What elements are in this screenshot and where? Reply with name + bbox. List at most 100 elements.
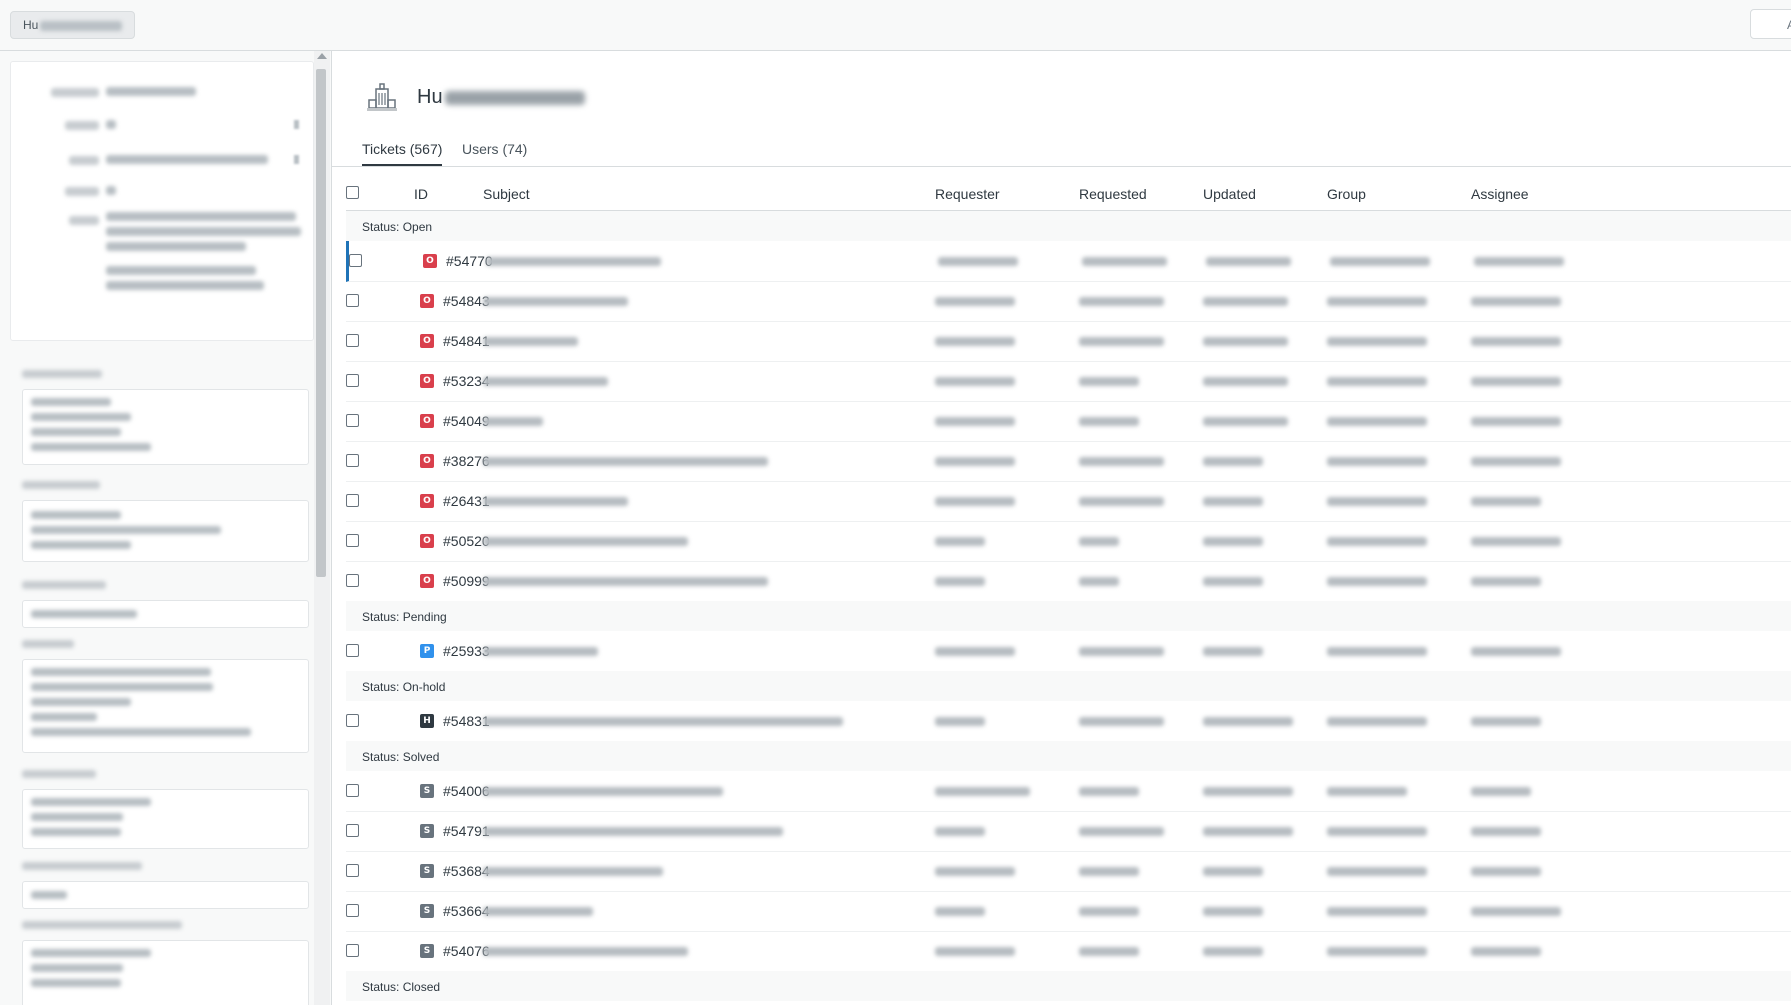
ticket-row[interactable]: S #54006 bbox=[346, 771, 1791, 812]
status-group-label: Status: On-hold bbox=[362, 680, 446, 694]
ticket-row[interactable]: O #26431 bbox=[346, 481, 1791, 522]
property-row[interactable] bbox=[11, 175, 311, 205]
organization-breadcrumb-button[interactable]: Hu bbox=[10, 11, 136, 39]
tab-tickets[interactable]: Tickets (567) bbox=[362, 141, 443, 167]
row-checkbox[interactable] bbox=[346, 294, 359, 307]
redacted-text bbox=[31, 526, 221, 534]
status-badge: O bbox=[420, 494, 434, 508]
ticket-row[interactable]: S #54076 bbox=[346, 931, 1791, 972]
ticket-row[interactable]: O #50520 bbox=[346, 521, 1791, 562]
field-textarea[interactable] bbox=[22, 659, 309, 753]
column-header-assignee[interactable]: Assignee bbox=[1471, 186, 1529, 202]
sidebar-scrollbar[interactable] bbox=[314, 51, 330, 1005]
property-row[interactable] bbox=[11, 144, 311, 174]
tab-users[interactable]: Users (74) bbox=[462, 141, 527, 164]
top-bar: Hu A bbox=[0, 0, 1791, 51]
redacted-text bbox=[31, 813, 123, 821]
redacted-cell bbox=[1330, 257, 1430, 266]
redacted-cell bbox=[935, 457, 1015, 466]
row-checkbox[interactable] bbox=[346, 574, 359, 587]
row-checkbox[interactable] bbox=[346, 904, 359, 917]
redacted-text bbox=[106, 87, 196, 96]
status-badge: O bbox=[420, 294, 434, 308]
redacted-text bbox=[31, 891, 67, 899]
redacted-cell bbox=[1471, 717, 1541, 726]
column-header-id[interactable]: ID bbox=[414, 186, 428, 202]
redacted-cell bbox=[1203, 787, 1293, 796]
redacted-text bbox=[31, 713, 97, 721]
redacted-cell bbox=[1079, 787, 1139, 796]
redacted-cell bbox=[1203, 827, 1293, 836]
redacted-cell bbox=[1471, 827, 1541, 836]
redacted-cell bbox=[1471, 537, 1561, 546]
row-checkbox[interactable] bbox=[346, 824, 359, 837]
status-badge: S bbox=[420, 864, 434, 878]
redacted-text bbox=[31, 443, 151, 451]
status-group-header: Status: Open bbox=[346, 211, 1791, 241]
ticket-row[interactable]: S #53684 bbox=[346, 851, 1791, 892]
ticket-row[interactable]: H #54831 bbox=[346, 701, 1791, 742]
ticket-row[interactable]: O #38276 bbox=[346, 441, 1791, 482]
redacted-text bbox=[22, 921, 182, 929]
status-badge: S bbox=[420, 944, 434, 958]
redacted-cell bbox=[1082, 257, 1167, 266]
row-checkbox[interactable] bbox=[346, 414, 359, 427]
field-textarea[interactable] bbox=[22, 940, 309, 1005]
redacted-text bbox=[22, 862, 142, 870]
status-badge: O bbox=[423, 254, 437, 268]
row-checkbox[interactable] bbox=[346, 374, 359, 387]
top-right-button[interactable]: A bbox=[1750, 9, 1791, 39]
column-header-requested[interactable]: Requested bbox=[1079, 186, 1147, 202]
ticket-row[interactable]: O #50999 bbox=[346, 561, 1791, 602]
field-textarea[interactable] bbox=[22, 500, 309, 562]
redacted-cell bbox=[483, 947, 688, 956]
redacted-cell bbox=[935, 577, 985, 586]
redacted-text bbox=[65, 187, 99, 196]
row-checkbox[interactable] bbox=[346, 454, 359, 467]
column-header-requester[interactable]: Requester bbox=[935, 186, 1000, 202]
column-header-updated[interactable]: Updated bbox=[1203, 186, 1256, 202]
row-checkbox[interactable] bbox=[346, 644, 359, 657]
column-header-group[interactable]: Group bbox=[1327, 186, 1366, 202]
ticket-row[interactable]: S #53664 bbox=[346, 891, 1791, 932]
select-all-checkbox[interactable] bbox=[346, 186, 359, 199]
row-checkbox[interactable] bbox=[346, 534, 359, 547]
ticket-row[interactable]: P #25933 bbox=[346, 631, 1791, 672]
redacted-cell bbox=[1471, 337, 1561, 346]
row-checkbox[interactable] bbox=[346, 864, 359, 877]
ticket-row[interactable]: O #53234 bbox=[346, 361, 1791, 402]
redacted-cell bbox=[483, 717, 843, 726]
property-row[interactable] bbox=[11, 109, 311, 139]
redacted-cell bbox=[483, 867, 663, 876]
row-checkbox[interactable] bbox=[346, 944, 359, 957]
field-input[interactable] bbox=[22, 600, 309, 628]
redacted-cell bbox=[1327, 497, 1427, 506]
row-checkbox[interactable] bbox=[346, 784, 359, 797]
field-input[interactable] bbox=[22, 881, 309, 909]
row-checkbox[interactable] bbox=[346, 714, 359, 727]
redacted-cell bbox=[1203, 647, 1263, 656]
ticket-row[interactable]: O #54843 bbox=[346, 281, 1791, 322]
redacted-cell bbox=[935, 647, 1015, 656]
property-row[interactable] bbox=[11, 76, 311, 106]
ticket-row[interactable]: O #54841 bbox=[346, 321, 1791, 362]
row-checkbox[interactable] bbox=[346, 494, 359, 507]
row-checkbox[interactable] bbox=[349, 254, 362, 267]
ticket-row[interactable]: S #54791 bbox=[346, 811, 1791, 852]
ticket-row[interactable]: O #54049 bbox=[346, 401, 1791, 442]
column-header-subject[interactable]: Subject bbox=[483, 186, 530, 202]
scroll-up-arrow-icon[interactable] bbox=[317, 53, 327, 59]
row-checkbox[interactable] bbox=[346, 334, 359, 347]
chevron-icon bbox=[294, 155, 299, 164]
redacted-cell bbox=[1079, 947, 1139, 956]
status-badge: O bbox=[420, 374, 434, 388]
field-textarea[interactable] bbox=[22, 789, 309, 849]
scrollbar-thumb[interactable] bbox=[316, 69, 326, 577]
ticket-row[interactable]: O #54770 bbox=[346, 241, 1791, 282]
status-group-header: Status: Pending bbox=[346, 601, 1791, 631]
property-row[interactable] bbox=[11, 204, 311, 304]
redacted-cell bbox=[1471, 417, 1561, 426]
field-textarea[interactable] bbox=[22, 389, 309, 465]
redacted-cell bbox=[935, 867, 1015, 876]
redacted-cell bbox=[1203, 417, 1288, 426]
